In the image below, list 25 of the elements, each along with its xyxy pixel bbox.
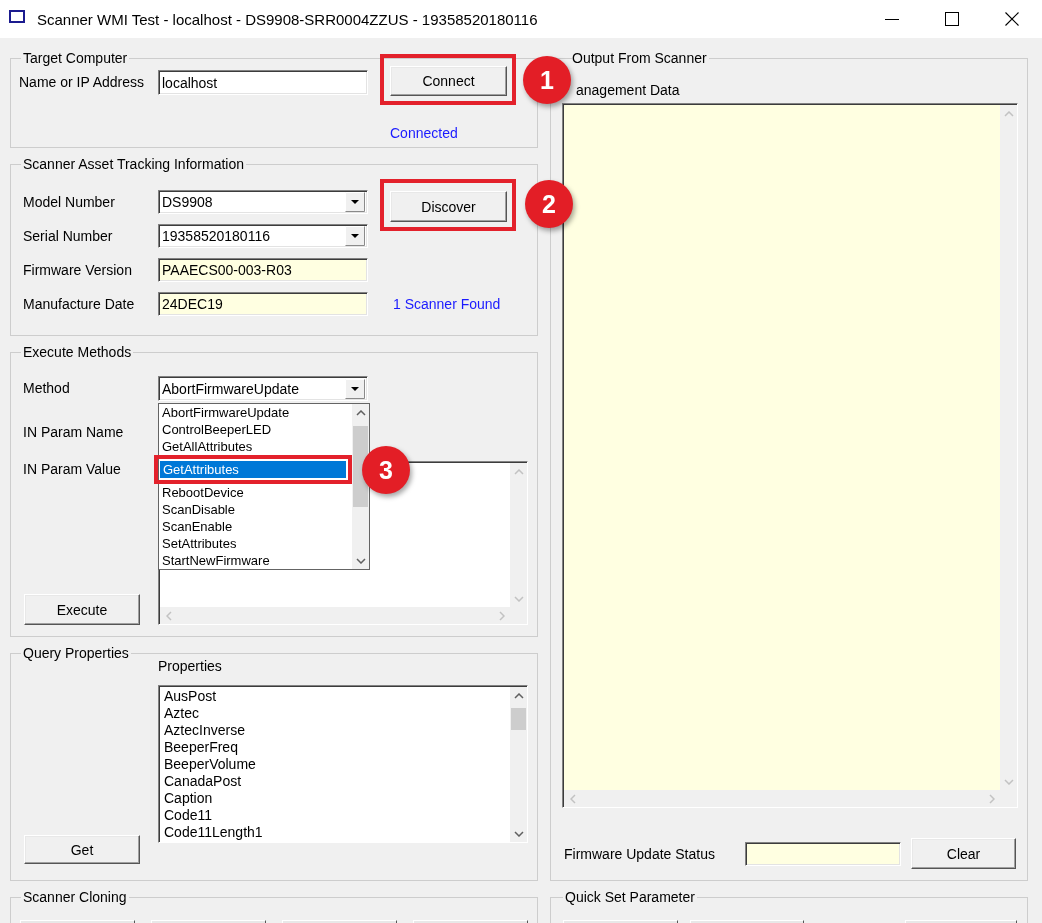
step-badge: 1 [523,56,571,104]
read-only-field: PAAECS00-003-R03 [158,258,368,282]
field-label: Firmware Version [23,261,132,280]
group-title: Query Properties [22,645,130,661]
group-title: Quick Set Parameter [564,889,696,905]
group-title: Target Computer [22,50,129,66]
window-title: Scanner WMI Test - localhost - DS9908-SRR0004ZZUS - 19358520180116 [37,10,538,28]
group-title: Output From Scanner [572,50,708,66]
field-label: Serial Number [23,227,113,246]
group-title: Scanner Asset Tracking Information [22,156,245,172]
field-label: anagement Data [576,82,680,98]
group-title: Scanner Cloning [22,889,128,905]
connection-status: Connected [390,125,458,141]
field-label: Firmware Update Status [564,845,716,862]
read-only-field: 24DEC19 [158,292,368,316]
field-label: IN Param Value [23,461,121,477]
field-label: Model Number [23,193,115,212]
field-label: IN Param Name [23,424,124,440]
step-badge: 2 [525,180,573,228]
field-label: Method [23,379,71,398]
field-label: Name or IP Address [19,73,146,92]
group-title: Execute Methods [22,344,133,360]
list-label: Properties [158,658,222,674]
discovery-status: 1 Scanner Found [393,295,501,314]
field-label: Manufacture Date [23,295,135,314]
